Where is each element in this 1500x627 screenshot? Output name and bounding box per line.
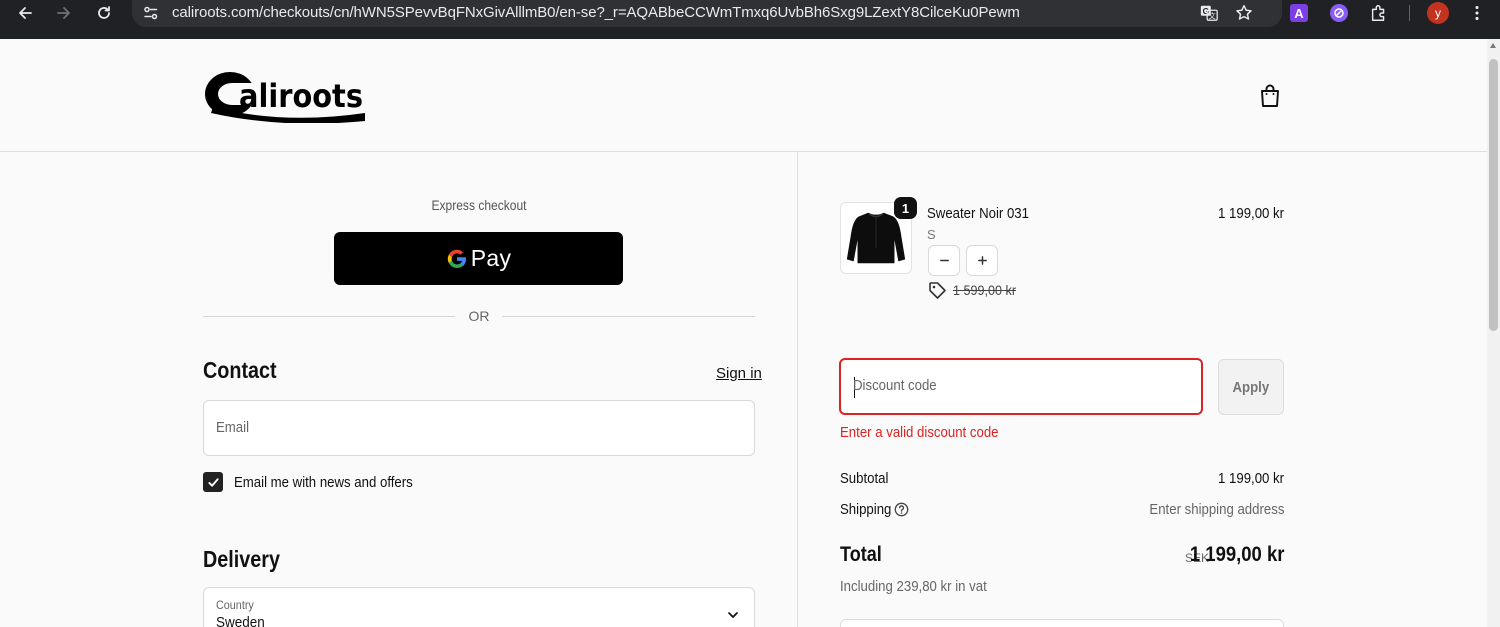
svg-text:aliroots: aliroots xyxy=(239,77,363,115)
total-label: Total xyxy=(840,543,882,566)
translate-icon[interactable]: G文 xyxy=(1198,2,1220,24)
toolbar-divider xyxy=(1409,5,1410,21)
caliroots-logo[interactable]: aliroots xyxy=(203,67,368,124)
product-variant: S xyxy=(927,227,936,242)
apply-discount-button[interactable]: Apply xyxy=(1218,359,1284,415)
page-scrollbar[interactable] xyxy=(1487,39,1500,627)
minus-icon xyxy=(939,259,949,262)
bookmark-star-icon[interactable] xyxy=(1233,2,1255,24)
express-checkout-label: Express checkout xyxy=(431,197,527,213)
menu-kebab-icon[interactable] xyxy=(1466,2,1488,24)
google-pay-button[interactable]: Pay xyxy=(334,232,623,285)
google-g-icon xyxy=(447,249,466,268)
browser-toolbar: caliroots.com/checkouts/cn/hWN5SPevvBqFN… xyxy=(0,0,1500,39)
sign-in-link[interactable]: Sign in xyxy=(716,365,762,382)
scrollbar-thumb[interactable] xyxy=(1489,59,1498,331)
back-icon[interactable] xyxy=(10,0,40,26)
discount-error-message: Enter a valid discount code xyxy=(840,424,999,441)
subtotal-label: Subtotal xyxy=(840,470,889,487)
profile-avatar[interactable]: y xyxy=(1427,2,1449,24)
forward-icon[interactable] xyxy=(49,0,79,26)
checkout-page: aliroots Express checkout Pay OR Contact… xyxy=(0,39,1487,627)
reload-icon[interactable] xyxy=(89,0,119,26)
apply-label: Apply xyxy=(1232,378,1270,396)
or-label: OR xyxy=(468,308,490,324)
product-name: Sweater Noir 031 xyxy=(927,205,1029,222)
or-divider: OR xyxy=(203,307,755,327)
country-select[interactable]: Country Sweden xyxy=(203,587,755,627)
subtotal-value: 1 199,00 kr xyxy=(1217,470,1284,487)
country-value: Sweden xyxy=(216,614,265,627)
extension-a-icon[interactable]: A xyxy=(1290,4,1308,22)
chevron-down-icon xyxy=(728,612,738,618)
total-value: 1 199,00 kr xyxy=(1189,543,1284,566)
shipping-label: Shipping xyxy=(840,501,892,518)
column-divider xyxy=(797,152,798,627)
email-placeholder: Email xyxy=(216,419,250,436)
google-pay-label: Pay xyxy=(470,245,512,271)
discount-code-input[interactable]: Discount code xyxy=(839,358,1203,415)
shipping-value: Enter shipping address xyxy=(1148,501,1284,518)
help-circle-icon[interactable] xyxy=(894,502,909,517)
shopping-bag-icon[interactable] xyxy=(1258,83,1282,109)
plus-icon xyxy=(977,256,987,265)
newsletter-label[interactable]: Email me with news and offers xyxy=(234,474,413,491)
product-price: 1 199,00 kr xyxy=(1217,205,1284,222)
extensions-puzzle-icon[interactable] xyxy=(1368,2,1390,24)
vat-note: Including 239,80 kr in vat xyxy=(840,578,987,595)
decrease-quantity-button[interactable] xyxy=(928,245,960,276)
site-settings-icon[interactable] xyxy=(142,4,160,22)
scroll-up-arrow-icon[interactable] xyxy=(1490,43,1496,48)
email-field[interactable]: Email xyxy=(203,400,755,456)
delivery-heading: Delivery xyxy=(203,546,280,572)
extension-b-icon[interactable] xyxy=(1330,4,1348,22)
checkmark-icon xyxy=(207,477,219,487)
discount-placeholder: Discount code xyxy=(853,377,937,394)
country-label: Country xyxy=(216,598,254,612)
svg-text:文: 文 xyxy=(1209,11,1217,20)
contact-heading: Contact xyxy=(203,357,277,383)
discount-tag-icon xyxy=(929,282,946,299)
original-price: 1 599,00 kr xyxy=(953,282,1017,298)
address-bar[interactable]: caliroots.com/checkouts/cn/hWN5SPevvBqFN… xyxy=(132,0,1282,27)
quantity-badge: 1 xyxy=(894,197,917,219)
checkout-header: aliroots xyxy=(0,39,1487,152)
newsletter-checkbox[interactable] xyxy=(203,472,223,492)
url-text[interactable]: caliroots.com/checkouts/cn/hWN5SPevvBqFN… xyxy=(172,4,1020,21)
next-section-card xyxy=(840,619,1284,627)
increase-quantity-button[interactable] xyxy=(966,245,998,276)
